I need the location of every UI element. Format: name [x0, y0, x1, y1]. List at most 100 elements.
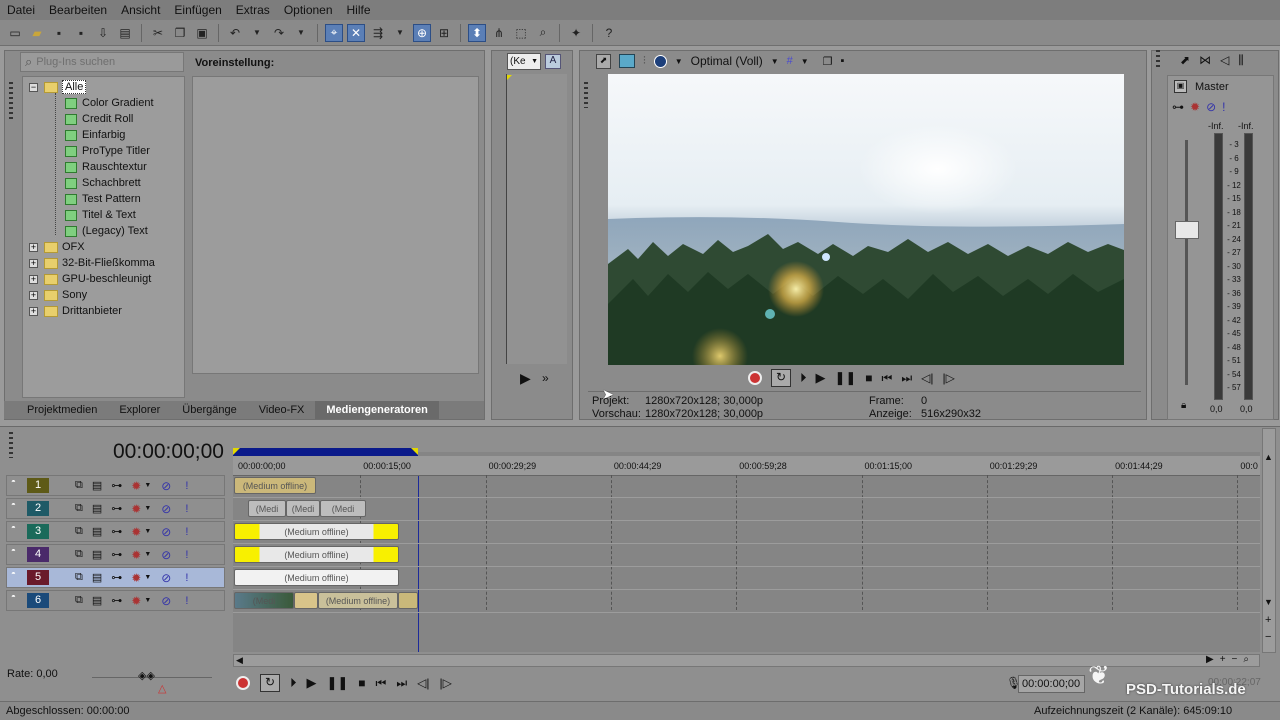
media-clip[interactable]: (Medi: [320, 500, 366, 517]
menu-ansicht[interactable]: Ansicht: [114, 3, 167, 17]
track-expand-icon[interactable]: ◓: [11, 592, 16, 601]
insert-fx-icon[interactable]: ⊶: [1172, 100, 1184, 114]
expand-icon[interactable]: +: [29, 242, 38, 252]
tree-folder[interactable]: +32-Bit-Fließkomma: [29, 255, 155, 271]
trimmer-play-icon[interactable]: ▶: [520, 370, 531, 387]
render-icon[interactable]: ⇩: [94, 24, 112, 42]
track-fx-chain-icon[interactable]: ⊶: [111, 525, 122, 538]
track-motion-icon[interactable]: ⧉: [75, 525, 83, 538]
track-expand-icon[interactable]: ◓: [11, 500, 16, 509]
track-lane[interactable]: [233, 498, 1260, 521]
track-solo-icon[interactable]: !: [185, 595, 188, 607]
tab-uebergaenge[interactable]: Übergänge: [171, 404, 247, 416]
mute-icon[interactable]: ⊘: [1206, 100, 1216, 114]
tree-folder[interactable]: − Alle: [29, 79, 87, 95]
tree-folder[interactable]: + GPU-beschleunigt: [29, 271, 151, 287]
track-header[interactable]: ◓ 4 ⧉ ▤ ⊶ ✹ ▼ ⊘!: [6, 544, 225, 565]
track-solo-icon[interactable]: !: [185, 526, 188, 538]
panel-grip[interactable]: [1156, 50, 1160, 70]
track-expand-icon[interactable]: ◓: [11, 569, 16, 578]
overlay-icon[interactable]: [653, 54, 667, 68]
go-to-end-icon[interactable]: ⏭: [396, 676, 407, 691]
lock-icon[interactable]: 🔒︎: [1181, 400, 1186, 411]
scroll-up-icon[interactable]: ▲: [1264, 452, 1273, 462]
zoom-tool-icon[interactable]: ⌕: [534, 24, 552, 42]
media-clip[interactable]: (Medium offline): [234, 523, 399, 540]
track-solo-icon[interactable]: !: [185, 503, 188, 515]
dim-output-icon[interactable]: ◁: [1220, 53, 1229, 69]
track-header[interactable]: ◓ 5 ⧉ ▤ ⊶ ✹ ▼ ⊘!: [6, 567, 225, 588]
expand-icon[interactable]: +: [29, 290, 38, 300]
trimmer-more-icon[interactable]: »: [542, 371, 549, 385]
play-from-start-icon[interactable]: ⏵: [290, 675, 297, 691]
track-solo-icon[interactable]: !: [185, 572, 188, 584]
track-fx-chain-icon[interactable]: ⊶: [111, 502, 122, 515]
media-clip[interactable]: [294, 592, 318, 609]
track-expand-icon[interactable]: ◓: [11, 477, 16, 486]
next-frame-icon[interactable]: |▷: [440, 676, 452, 690]
track-mute-icon[interactable]: ⊘: [161, 525, 171, 539]
track-motion-icon[interactable]: ⧉: [75, 479, 83, 492]
track-motion-icon[interactable]: ⧉: [75, 594, 83, 607]
search-box[interactable]: ⌕ Plug-Ins suchen: [20, 52, 184, 72]
scroll-down-icon[interactable]: ▼: [1264, 597, 1273, 607]
tree-plugin[interactable]: Credit Roll: [65, 111, 133, 127]
online-icon[interactable]: ✦: [567, 24, 585, 42]
lock-envelopes-icon[interactable]: ⊕: [413, 23, 431, 42]
go-to-start-icon[interactable]: ⏮: [882, 371, 893, 386]
panel-grip[interactable]: [584, 82, 588, 108]
chevron-down-icon[interactable]: ▼: [801, 57, 809, 66]
track-fx-gear-icon[interactable]: ✹: [131, 502, 141, 516]
save-snapshot-icon[interactable]: ▪: [841, 55, 845, 67]
track-expand-icon[interactable]: ◓: [11, 523, 16, 532]
prev-frame-icon[interactable]: ◁|: [417, 676, 429, 690]
grid-icon[interactable]: #: [787, 55, 793, 67]
track-motion-icon[interactable]: ⧉: [75, 548, 83, 561]
prev-frame-icon[interactable]: ◁|: [921, 371, 933, 385]
solo-icon[interactable]: !: [1222, 100, 1225, 114]
track-mute-icon[interactable]: ⊘: [161, 548, 171, 562]
pause-icon[interactable]: ❚❚: [327, 675, 349, 691]
dropdown-arrow-icon[interactable]: ▼: [391, 24, 409, 42]
fx-gear-icon[interactable]: ✹: [1190, 100, 1200, 114]
play-from-start-icon[interactable]: ⏵: [800, 370, 807, 386]
zoom-in-vertical-icon[interactable]: +: [1265, 614, 1271, 626]
search-input[interactable]: Plug-Ins suchen: [36, 56, 115, 68]
record-icon[interactable]: [748, 371, 762, 385]
media-clip[interactable]: (Medi: [234, 592, 294, 609]
record-icon[interactable]: [236, 676, 250, 690]
media-clip[interactable]: (Medi: [248, 500, 286, 517]
rate-slider-handle-icon[interactable]: ◈◈: [138, 669, 155, 682]
redo-icon[interactable]: ↷: [270, 24, 288, 42]
track-header[interactable]: ◓ 3 ⧉ ▤ ⊶ ✹ ▼ ⊘!: [6, 521, 225, 542]
track-fx-gear-icon[interactable]: ✹: [131, 548, 141, 562]
master-fader-handle[interactable]: [1175, 221, 1199, 239]
chevron-down-icon[interactable]: ▼: [675, 57, 683, 66]
media-clip[interactable]: [398, 592, 418, 609]
normal-edit-tool-icon[interactable]: ⬍: [468, 23, 486, 42]
track-compositing-icon[interactable]: ▤: [92, 502, 102, 515]
open-folder-icon[interactable]: ▰: [28, 24, 46, 42]
track-fx-gear-icon[interactable]: ✹: [131, 479, 141, 493]
dropdown-arrow-icon[interactable]: ▼: [292, 24, 310, 42]
monitor-icon[interactable]: [619, 54, 635, 68]
properties-icon[interactable]: ▤: [116, 24, 134, 42]
new-file-icon[interactable]: ▭: [6, 24, 24, 42]
auto-crossfade-icon[interactable]: ✕: [347, 23, 365, 42]
tree-folder[interactable]: + Drittanbieter: [29, 303, 122, 319]
chevron-down-icon[interactable]: ▼: [144, 505, 151, 512]
dropdown-arrow-icon[interactable]: ▼: [248, 24, 266, 42]
downmix-icon[interactable]: ⋈: [1199, 53, 1211, 69]
track-solo-icon[interactable]: !: [185, 549, 188, 561]
track-mute-icon[interactable]: ⊘: [161, 594, 171, 608]
menu-einfuegen[interactable]: Einfügen: [167, 3, 228, 17]
save-as-icon[interactable]: ▪: [72, 24, 90, 42]
ripple-edit-icon[interactable]: ⇶: [369, 24, 387, 42]
mixer-properties-icon[interactable]: ⬈: [1180, 53, 1190, 69]
trimmer-text-icon[interactable]: A: [545, 54, 561, 69]
track-solo-icon[interactable]: !: [185, 480, 188, 492]
help-pointer-icon[interactable]: ?: [600, 24, 618, 42]
copy-snapshot-icon[interactable]: ❐: [823, 55, 833, 68]
quality-dropdown[interactable]: Optimal (Voll): [691, 54, 763, 68]
chevron-down-icon[interactable]: ▼: [144, 482, 151, 489]
